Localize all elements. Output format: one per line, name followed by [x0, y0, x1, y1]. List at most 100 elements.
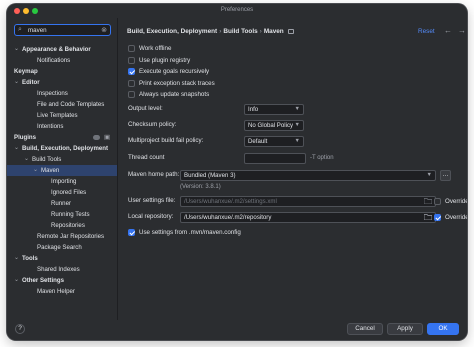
settings-file-value: /Users/wuhanxue/.m2/settings.xml	[184, 198, 277, 205]
sidebar-item-tools[interactable]: ⌄ Tools	[7, 253, 117, 264]
sidebar-item-runner[interactable]: Runner	[7, 198, 117, 209]
chevron-down-icon: ▼	[294, 122, 300, 128]
checksum-policy-value: No Global Policy	[248, 122, 294, 129]
sidebar-item-label: Notifications	[37, 57, 71, 64]
option-label: Work offline	[139, 45, 172, 52]
sidebar-item-intentions[interactable]: Intentions	[7, 121, 117, 132]
breadcrumb-item: Maven	[263, 28, 284, 35]
use-settings-checkbox[interactable]	[128, 229, 135, 236]
output-level-select[interactable]: Info ▼	[244, 104, 304, 115]
preferences-window: Preferences ⌕ maven ⊗ ⌄ Appearance & Beha…	[7, 4, 467, 340]
maven-home-select[interactable]: Bundled (Maven 3) ▼	[180, 170, 436, 181]
breadcrumb-item[interactable]: Build, Execution, Deployment	[127, 28, 217, 35]
arrow-left-icon[interactable]: ←	[444, 26, 452, 35]
option-checkbox[interactable]	[128, 68, 135, 75]
chevron-down-icon[interactable]: ⌄	[14, 253, 19, 264]
sidebar-item-ignored-files[interactable]: Ignored Files	[7, 187, 117, 198]
window-title: Preferences	[220, 7, 254, 13]
chevron-down-icon[interactable]: ⌄	[14, 77, 19, 88]
output-level-value: Info	[248, 106, 259, 113]
option-label: Execute goals recursively	[139, 68, 210, 75]
sidebar-item-maven-helper[interactable]: Maven Helper	[7, 286, 117, 297]
project-scope-icon	[288, 29, 295, 34]
sidebar-item-label: Keymap	[14, 68, 38, 75]
checksum-policy-select[interactable]: No Global Policy ▼	[244, 120, 304, 131]
fail-policy-select[interactable]: Default ▼	[244, 136, 304, 147]
sidebar-item-running-tests[interactable]: Running Tests	[7, 209, 117, 220]
sidebar-item-package-search[interactable]: Package Search	[7, 242, 117, 253]
browse-maven-home-button[interactable]: …	[440, 170, 451, 181]
folder-icon[interactable]	[424, 198, 432, 204]
sidebar-item-label: Tools	[22, 255, 38, 262]
sidebar-item-label: Plugins	[14, 134, 37, 141]
cancel-button[interactable]: Cancel	[347, 323, 383, 335]
option-checkbox[interactable]	[128, 56, 135, 64]
folder-icon[interactable]	[424, 214, 432, 220]
sidebar-item-label: Package Search	[37, 244, 82, 251]
chevron-down-icon[interactable]: ⌄	[33, 165, 38, 176]
help-button[interactable]: ?	[15, 324, 25, 334]
thread-count-input[interactable]	[244, 153, 306, 164]
sidebar-item-build-execution-deployment[interactable]: ⌄ Build, Execution, Deployment	[7, 143, 117, 154]
project-scope-icon: ▣	[104, 134, 111, 141]
clear-search-icon[interactable]: ⊗	[101, 26, 107, 34]
sidebar-item-repositories[interactable]: Repositories	[7, 220, 117, 231]
settings-file-input[interactable]: /Users/wuhanxue/.m2/settings.xml	[180, 196, 436, 207]
sidebar-item-label: Running Tests	[51, 211, 90, 218]
chevron-down-icon[interactable]: ⌄	[14, 44, 19, 55]
chevron-down-icon[interactable]: ⌄	[14, 275, 19, 286]
sidebar-item-maven[interactable]: ⌄ Maven	[7, 165, 117, 176]
fail-policy-value: Default	[248, 138, 268, 145]
sidebar-item-editor[interactable]: ⌄ Editor	[7, 77, 117, 88]
use-settings-label: Use settings from .mvn/maven.config	[139, 229, 241, 236]
dialog-footer: ? Cancel Apply OK	[7, 320, 467, 340]
sidebar-item-plugins[interactable]: Plugins ▣	[7, 132, 117, 143]
chevron-down-icon[interactable]: ⌄	[24, 154, 29, 165]
sidebar-item-label: Runner	[51, 200, 71, 207]
output-level-label: Output level:	[128, 105, 163, 112]
sidebar-item-notifications[interactable]: Notifications	[7, 55, 117, 66]
local-repo-input[interactable]: /Users/wuhanxue/.m2/repository	[180, 212, 436, 223]
sidebar-item-label: Ignored Files	[51, 189, 87, 196]
sidebar-item-label: Build Tools	[32, 156, 62, 163]
sidebar-item-inspections[interactable]: Inspections	[7, 88, 117, 99]
override-repo-checkbox[interactable]	[434, 214, 441, 221]
sidebar-item-label: Maven Helper	[37, 288, 75, 295]
sidebar-item-label: Editor	[22, 79, 40, 86]
sidebar-item-keymap[interactable]: Keymap	[7, 66, 117, 77]
settings-search-input[interactable]: ⌕ maven ⊗	[14, 24, 111, 36]
fail-policy-label: Multiproject build fail policy:	[128, 137, 204, 144]
sidebar-item-live-templates[interactable]: Live Templates	[7, 110, 117, 121]
sidebar-item-file-and-code-templates[interactable]: File and Code Templates	[7, 99, 117, 110]
sidebar-item-label: Maven	[41, 167, 60, 174]
maven-settings-panel: Build, Execution, Deployment › Build Tools…	[118, 18, 467, 340]
arrow-right-icon[interactable]: →	[458, 26, 466, 35]
option-checkbox[interactable]	[128, 91, 135, 98]
chevron-down-icon: ▼	[426, 172, 432, 178]
sidebar-item-label: Appearance & Behavior	[22, 46, 91, 53]
breadcrumb-item[interactable]: Build Tools	[223, 28, 257, 35]
title-bar: Preferences	[7, 4, 467, 18]
ok-button[interactable]: OK	[427, 323, 459, 335]
option-checkbox[interactable]	[128, 45, 135, 52]
sidebar-item-appearance-behavior[interactable]: ⌄ Appearance & Behavior	[7, 44, 117, 55]
sidebar-item-label: Inspections	[37, 90, 68, 97]
thread-count-label: Thread count	[128, 154, 165, 161]
sidebar-item-label: Other Settings	[22, 277, 64, 284]
sidebar-item-importing[interactable]: Importing	[7, 176, 117, 187]
local-repo-label: Local repository:	[128, 213, 174, 220]
chevron-down-icon[interactable]: ⌄	[14, 143, 19, 154]
breadcrumb: Build, Execution, Deployment › Build Tools…	[127, 28, 295, 35]
sidebar-item-shared-indexes[interactable]: Shared Indexes	[7, 264, 117, 275]
reset-button[interactable]: Reset	[418, 28, 435, 35]
sidebar-item-build-tools[interactable]: ⌄ Build Tools	[7, 154, 117, 165]
maven-version: (Version: 3.8.1)	[180, 184, 221, 190]
search-icon: ⌕	[18, 26, 22, 33]
override-settings-checkbox[interactable]	[434, 198, 441, 205]
chevron-down-icon: ▼	[294, 106, 300, 112]
apply-button[interactable]: Apply	[387, 323, 423, 335]
sidebar-item-other-settings[interactable]: ⌄ Other Settings	[7, 275, 117, 286]
sidebar-item-remote-jar-repositories[interactable]: Remote Jar Repositories	[7, 231, 117, 242]
option-checkbox[interactable]	[128, 79, 135, 87]
checksum-policy-label: Checksum policy:	[128, 121, 177, 128]
